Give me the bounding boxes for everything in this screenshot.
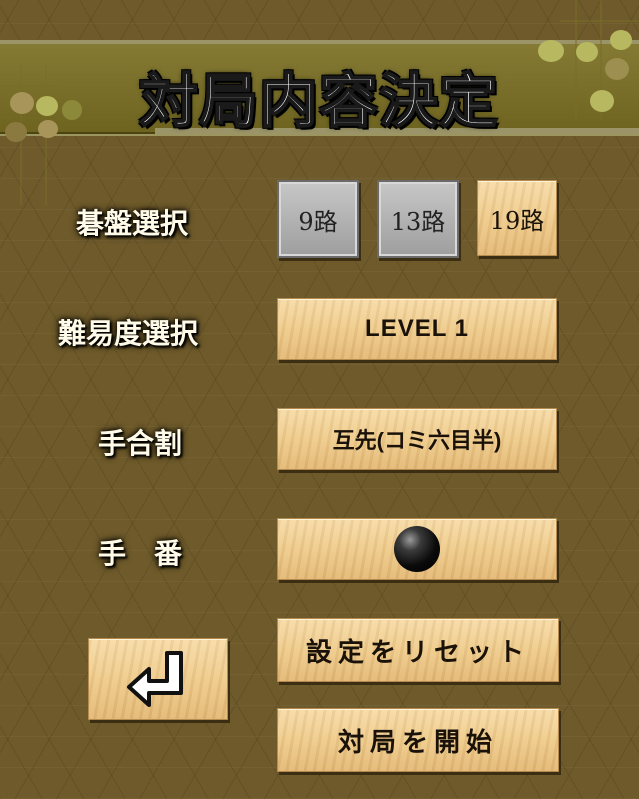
turn-label: 手 番 [98,537,183,570]
handicap-value: 互先(コミ六目半) [332,428,502,453]
page-title: 対局内容決定 [138,66,500,136]
board-13-button[interactable]: 13路 [377,180,459,258]
board-19-button[interactable]: 19路 [477,180,557,256]
board-19-label: 19路 [489,206,545,235]
board-9-label: 9路 [298,207,338,236]
start-game-label: 対局を開始 [337,727,498,758]
black-stone-icon [394,526,440,572]
board-size-label: 碁盤選択 [76,207,189,240]
return-arrow-icon [127,651,183,707]
difficulty-label: 難易度選択 [58,317,199,350]
board-13-label: 13路 [390,207,446,236]
reset-label: 設定をリセット [305,637,530,668]
board-9-button[interactable]: 9路 [277,180,359,258]
difficulty-button[interactable]: LEVEL 1 [277,298,557,360]
handicap-label: 手合割 [98,427,183,460]
back-button[interactable] [88,638,228,720]
start-game-button[interactable]: 対局を開始 [277,708,559,772]
difficulty-value: LEVEL 1 [365,315,469,342]
turn-button[interactable] [277,518,557,580]
handicap-button[interactable]: 互先(コミ六目半) [277,408,557,470]
reset-button[interactable]: 設定をリセット [277,618,559,682]
